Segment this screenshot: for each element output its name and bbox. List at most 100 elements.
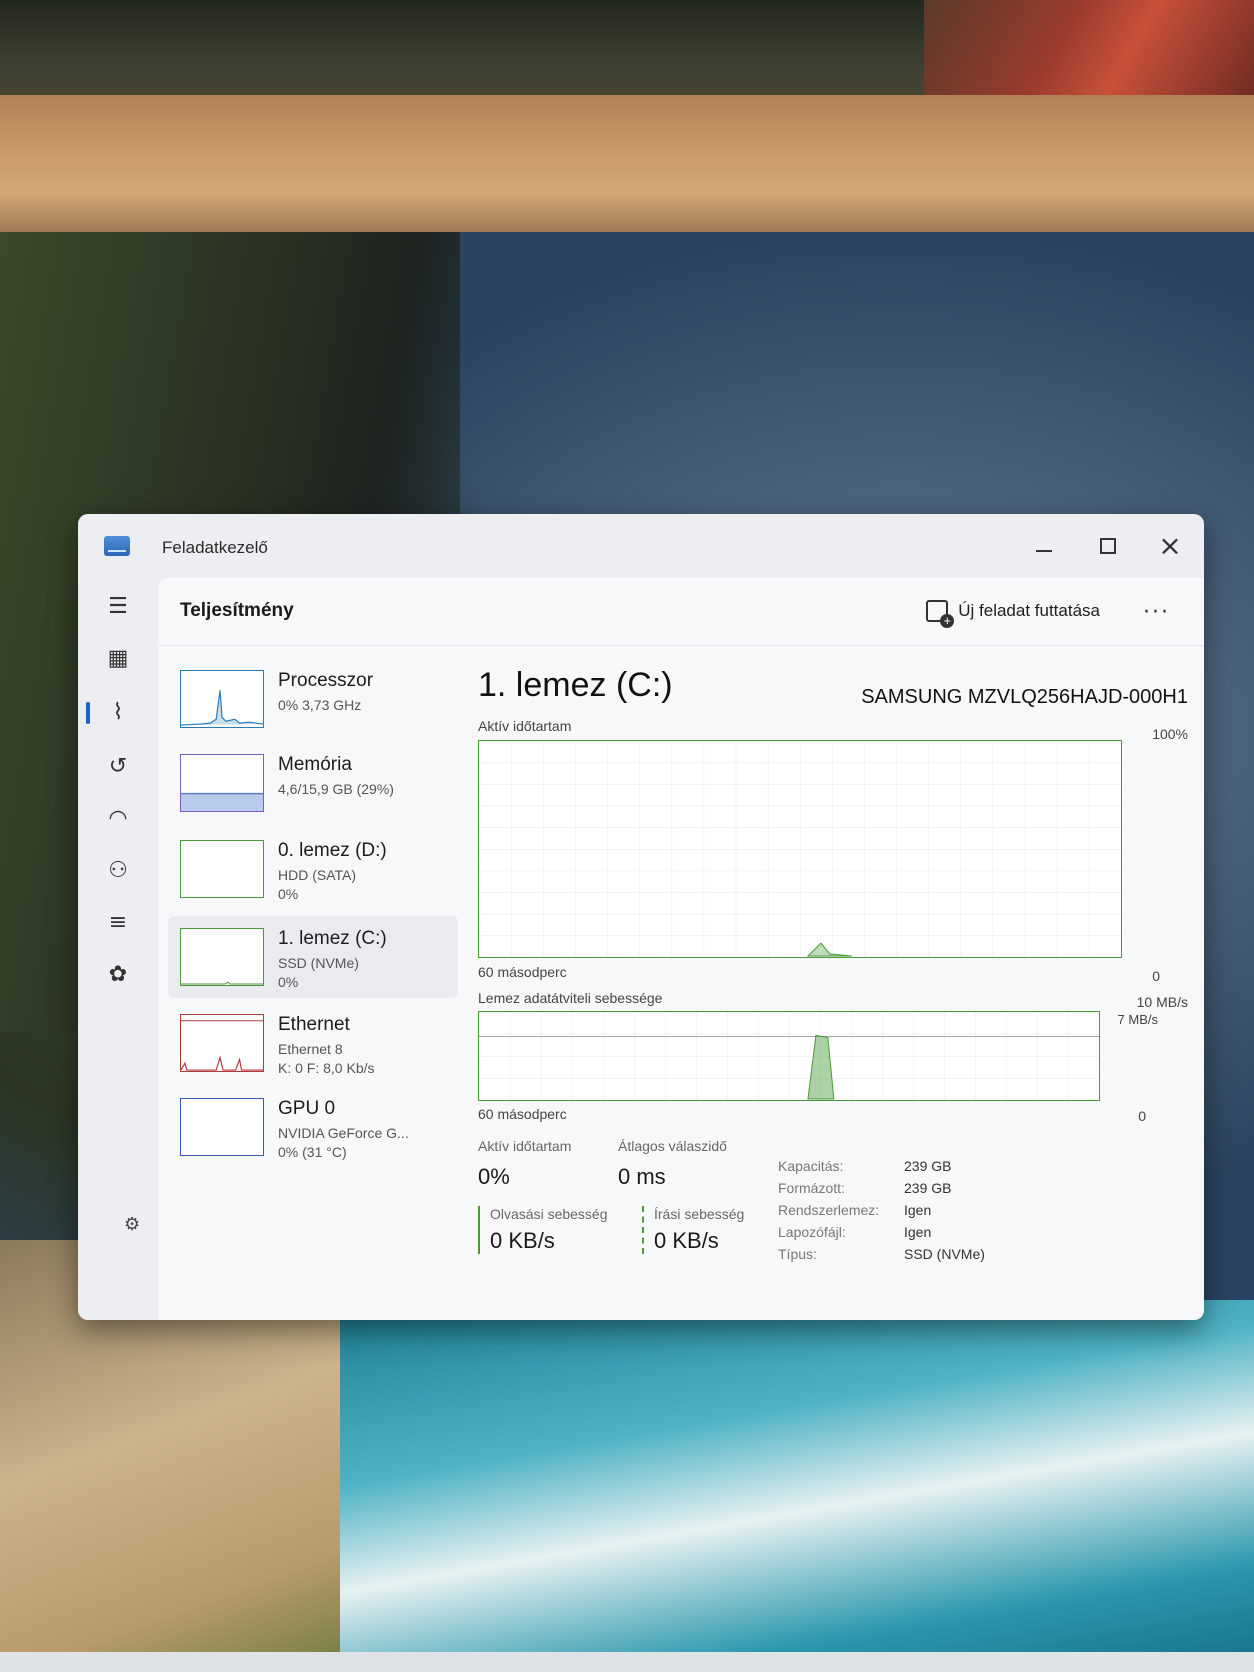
- memory-thumbnail-graph: [180, 754, 264, 812]
- resource-list: Processzor 0% 3,73 GHz Memória 4,6/15,9 …: [158, 646, 468, 1320]
- property-row: Típus: SSD (NVMe): [778, 1246, 1138, 1268]
- resource-name: GPU 0: [278, 1098, 336, 1119]
- run-task-label: Új feladat futtatása: [958, 601, 1100, 620]
- resource-item-disk-c[interactable]: 1. lemez (C:) SSD (NVMe) 0%: [168, 916, 458, 998]
- write-speed-value: 0 KB/s: [654, 1228, 719, 1253]
- active-time-max-label: 100%: [1152, 726, 1188, 742]
- window-title: Feladatkezelő: [162, 538, 268, 557]
- resource-name: 0. lemez (D:): [278, 840, 387, 861]
- taskbar-edge: [0, 1652, 1254, 1672]
- transfer-rate-x-label: 60 másodperc: [478, 1106, 567, 1122]
- property-row: Formázott: 239 GB: [778, 1180, 1138, 1202]
- title-bar[interactable]: Feladatkezelő ×: [78, 514, 1204, 580]
- ethernet-thumbnail-graph: [180, 1014, 264, 1072]
- disk-usage: 0%: [278, 974, 299, 990]
- property-row: Rendszerlemez: Igen: [778, 1202, 1138, 1224]
- gpu-model: NVIDIA GeForce G...: [278, 1125, 409, 1141]
- run-new-task-button[interactable]: Új feladat futtatása: [926, 600, 1100, 628]
- disk-type: SSD (NVMe): [278, 955, 359, 971]
- maximize-button[interactable]: [1082, 526, 1134, 566]
- transfer-rate-graph: [478, 1011, 1100, 1101]
- read-speed-label: Olvasási sebesség: [490, 1206, 608, 1222]
- property-key: Rendszerlemez:: [778, 1202, 880, 1218]
- resource-name: Processzor: [278, 670, 374, 691]
- menu-icon[interactable]: ☰: [100, 588, 136, 624]
- adapter-name: Ethernet 8: [278, 1041, 343, 1057]
- resource-item-disk-d[interactable]: 0. lemez (D:) HDD (SATA) 0%: [168, 828, 458, 910]
- active-time-stat-label: Aktív időtartam: [478, 1138, 572, 1154]
- transfer-rate-min-label: 0: [1138, 1108, 1146, 1124]
- disk-properties: Kapacitás: 239 GB Formázott: 239 GB Rend…: [778, 1158, 1138, 1268]
- gpu-usage: 0% (31 °C): [278, 1144, 347, 1160]
- property-value: 239 GB: [904, 1158, 952, 1174]
- resource-item-gpu[interactable]: GPU 0 NVIDIA GeForce G... 0% (31 °C): [168, 1086, 458, 1168]
- avg-response-stat-label: Átlagos válaszidő: [618, 1138, 727, 1154]
- resource-name: Ethernet: [278, 1014, 350, 1035]
- resource-detail: SSD (NVMe) 0%: [278, 954, 359, 992]
- processes-icon[interactable]: ▦: [100, 640, 136, 676]
- run-task-icon: [926, 600, 955, 628]
- property-row: Lapozófájl: Igen: [778, 1224, 1138, 1246]
- users-icon[interactable]: ⚇: [100, 852, 136, 888]
- page-title: Teljesítmény: [180, 600, 294, 621]
- read-speed-value: 0 KB/s: [490, 1228, 555, 1253]
- transfer-rate-line-label: 7 MB/s: [1117, 1012, 1158, 1027]
- performance-icon[interactable]: ⌇: [86, 694, 136, 730]
- transfer-rate-max-label: 10 MB/s: [1136, 994, 1188, 1010]
- resource-item-cpu[interactable]: Processzor 0% 3,73 GHz: [168, 658, 458, 740]
- performance-page: Teljesítmény Új feladat futtatása ··· Pr…: [158, 578, 1204, 1320]
- write-speed-label: Írási sebesség: [654, 1206, 745, 1222]
- property-key: Kapacitás:: [778, 1158, 844, 1174]
- property-key: Lapozófájl:: [778, 1224, 846, 1240]
- close-icon: ×: [1158, 529, 1182, 562]
- active-time-x-label: 60 másodperc: [478, 964, 567, 980]
- details-icon[interactable]: ≡: [100, 904, 136, 940]
- avg-response-stat-value: 0 ms: [618, 1164, 666, 1189]
- property-value: Igen: [904, 1224, 932, 1240]
- active-time-min-label: 0: [1152, 968, 1160, 984]
- active-time-graph-label: Aktív időtartam: [478, 718, 572, 734]
- page-header: Teljesítmény Új feladat futtatása ···: [158, 578, 1204, 646]
- minimize-icon: [1036, 550, 1052, 552]
- resource-name: Memória: [278, 754, 352, 775]
- gpu-thumbnail-graph: [180, 1098, 264, 1156]
- wall-painting: [924, 0, 1254, 110]
- transfer-rate-graph-label: Lemez adatátviteli sebessége: [478, 990, 663, 1006]
- resource-detail: HDD (SATA) 0%: [278, 866, 356, 904]
- disk-detail-panel: 1. lemez (C:) SAMSUNG MZVLQ256HAJD-000H1…: [478, 646, 1188, 1320]
- read-speed-box: Olvasási sebesség 0 KB/s: [478, 1206, 608, 1254]
- write-speed-box: Írási sebesség 0 KB/s: [642, 1206, 744, 1254]
- cpu-thumbnail-graph: [180, 670, 264, 728]
- resource-detail: Ethernet 8 K: 0 F: 8,0 Kb/s: [278, 1040, 375, 1078]
- resource-name: 1. lemez (C:): [278, 928, 387, 949]
- property-value: SSD (NVMe): [904, 1246, 985, 1262]
- navigation-rail: ☰ ▦ ⌇ ↺ ◠ ⚇ ≡ ✿: [78, 580, 158, 1320]
- active-time-graph: [478, 740, 1122, 958]
- property-row: Kapacitás: 239 GB: [778, 1158, 1138, 1180]
- minimize-button[interactable]: [1018, 526, 1070, 566]
- monitor-bezel: [0, 95, 1254, 235]
- close-button[interactable]: ×: [1144, 526, 1196, 566]
- task-manager-window: Feladatkezelő × ☰ ▦ ⌇ ↺ ◠ ⚇ ≡ ✿ ⚙ Teljes…: [78, 514, 1204, 1320]
- settings-icon[interactable]: ⚙: [124, 1214, 140, 1235]
- resource-item-memory[interactable]: Memória 4,6/15,9 GB (29%): [168, 742, 458, 824]
- disk-d-thumbnail-graph: [180, 840, 264, 898]
- resource-detail: 4,6/15,9 GB (29%): [278, 781, 394, 797]
- disk-usage: 0%: [278, 886, 299, 902]
- property-key: Formázott:: [778, 1180, 845, 1196]
- active-time-stat-value: 0%: [478, 1164, 510, 1189]
- task-manager-app-icon: [104, 536, 130, 556]
- disk-type: HDD (SATA): [278, 867, 357, 883]
- property-value: 239 GB: [904, 1180, 952, 1196]
- resource-item-ethernet[interactable]: Ethernet Ethernet 8 K: 0 F: 8,0 Kb/s: [168, 1002, 458, 1084]
- resource-detail: 0% 3,73 GHz: [278, 697, 362, 713]
- startup-icon[interactable]: ◠: [100, 800, 136, 836]
- more-options-button[interactable]: ···: [1143, 600, 1170, 625]
- property-value: Igen: [904, 1202, 932, 1218]
- app-history-icon[interactable]: ↺: [100, 748, 136, 784]
- network-throughput: K: 0 F: 8,0 Kb/s: [278, 1060, 375, 1076]
- disk-c-thumbnail-graph: [180, 928, 264, 986]
- services-icon[interactable]: ✿: [100, 956, 136, 992]
- property-key: Típus:: [778, 1246, 817, 1262]
- disk-title: 1. lemez (C:): [478, 666, 673, 704]
